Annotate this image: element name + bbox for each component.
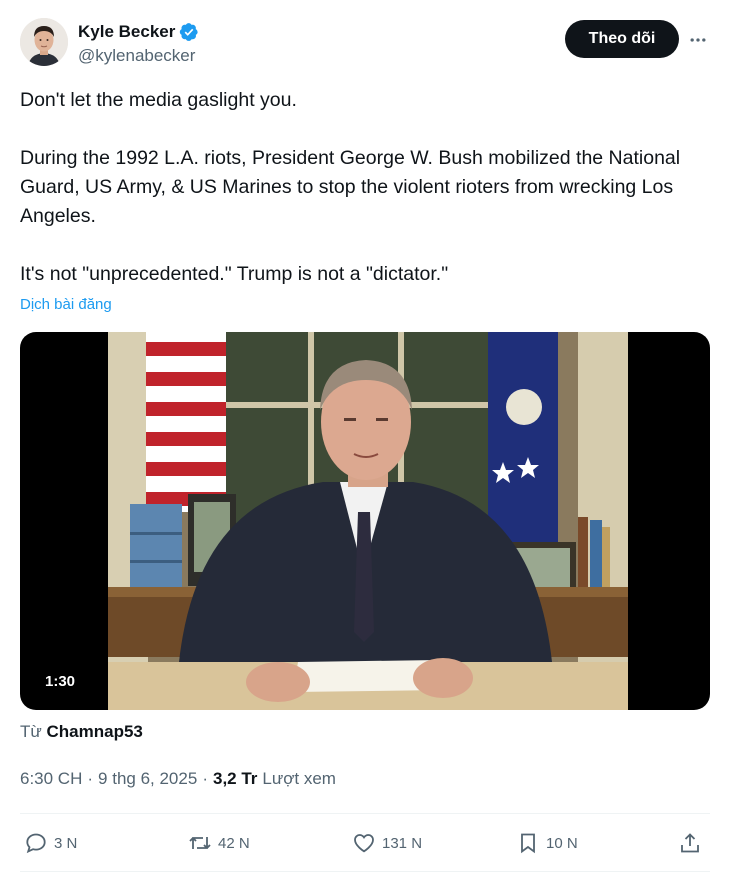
repost-button[interactable]: 42 N: [188, 828, 250, 858]
repost-count: 42 N: [218, 834, 250, 852]
bookmark-button[interactable]: 10 N: [516, 828, 578, 858]
handle[interactable]: @kylenabecker: [78, 46, 199, 66]
like-count: 131 N: [382, 834, 423, 852]
action-bar: 3 N 42 N 131 N 10 N: [20, 828, 710, 858]
share-icon: [681, 833, 699, 853]
views-count: 3,2 Tr: [212, 769, 258, 788]
video-thumbnail[interactable]: [108, 332, 628, 710]
post-time[interactable]: 6:30 CH: [20, 769, 82, 789]
reply-button[interactable]: 3 N: [24, 828, 77, 858]
tweet-text: Don't let the media gaslight you. During…: [20, 86, 710, 289]
follow-button[interactable]: Theo dõi: [565, 20, 679, 58]
verified-badge-icon: [179, 22, 199, 42]
translate-post-link[interactable]: Dịch bài đăng: [20, 296, 112, 313]
video-source: Từ Chamnap53: [20, 722, 143, 742]
heart-icon: [354, 834, 374, 853]
more-horizontal-icon[interactable]: [686, 28, 710, 52]
reply-icon: [26, 833, 46, 854]
tweet-header: Kyle Becker @kylenabecker Theo dõi: [20, 18, 710, 74]
video-duration: 1:30: [36, 670, 85, 693]
post-date[interactable]: 9 thg 6, 2025: [98, 769, 197, 789]
share-button[interactable]: [678, 828, 702, 858]
tweet-paragraph: It's not "unprecedented." Trump is not a…: [20, 263, 449, 285]
divider: [20, 813, 710, 814]
tweet-paragraph: Don't let the media gaslight you.: [20, 89, 297, 111]
source-prefix: Từ: [20, 722, 42, 741]
source-account-link[interactable]: Chamnap53: [47, 722, 143, 741]
bookmark-icon: [521, 833, 535, 854]
repost-icon: [189, 837, 211, 849]
tweet-meta: 6:30 CH · 9 thg 6, 2025 · 3,2 Tr Lượt xe…: [20, 769, 336, 789]
separator: ·: [87, 769, 94, 788]
video-player[interactable]: 1:30: [20, 332, 710, 710]
views-label: Lượt xem: [262, 769, 336, 788]
separator: ·: [202, 769, 208, 788]
reply-count: 3 N: [54, 834, 78, 852]
like-button[interactable]: 131 N: [352, 828, 422, 858]
bookmark-count: 10 N: [546, 834, 578, 852]
avatar[interactable]: [20, 18, 68, 66]
divider: [20, 871, 710, 872]
tweet-paragraph: During the 1992 L.A. riots, President Ge…: [20, 147, 681, 227]
display-name[interactable]: Kyle Becker: [78, 22, 175, 42]
author-names: Kyle Becker @kylenabecker: [78, 20, 199, 66]
